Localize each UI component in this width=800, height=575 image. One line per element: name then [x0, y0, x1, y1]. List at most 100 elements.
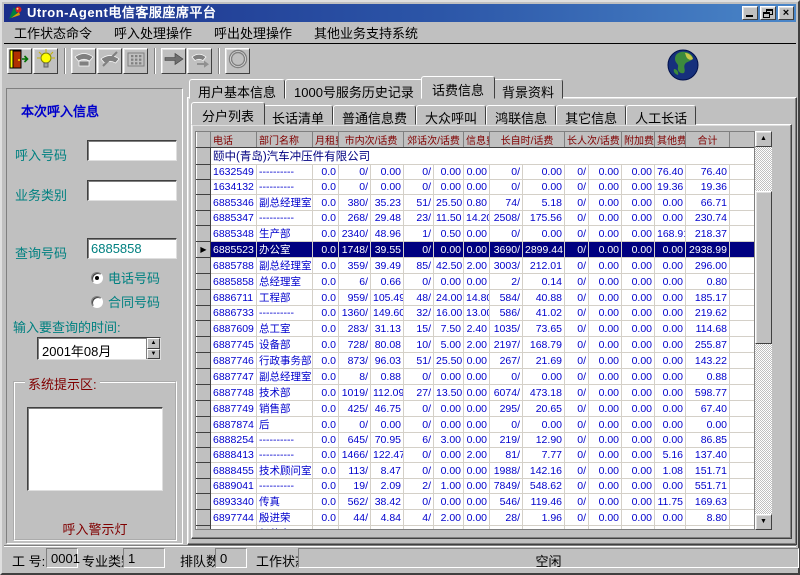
row-header[interactable]	[197, 321, 211, 337]
sub-tab-2[interactable]: 长话清单	[263, 105, 333, 125]
column-header-1[interactable]: 部门名称	[257, 132, 313, 148]
fee-row-6885346[interactable]: 6885346副总经理室0.0380/35.2351/25.500.8074/5…	[197, 195, 756, 211]
row-header[interactable]	[197, 433, 211, 448]
column-header-0[interactable]: 电话	[211, 132, 257, 148]
cell-8: 0/	[490, 369, 523, 385]
cell-3: 359/	[339, 258, 371, 274]
fee-row-6887874[interactable]: 6887874后0.00/0.000/0.000.000/0.000/0.000…	[197, 417, 756, 433]
menu-item-1[interactable]: 工作状态命令	[6, 21, 100, 44]
scrollbar-thumb[interactable]	[755, 191, 772, 344]
fee-row-6885858[interactable]: 6885858总经理室0.06/0.660/0.000.002/0.140/0.…	[197, 274, 756, 290]
row-header[interactable]	[197, 290, 211, 306]
row-header[interactable]	[197, 526, 211, 531]
caller-number-input[interactable]	[87, 140, 177, 161]
sub-tab-1[interactable]: 分户列表	[191, 102, 265, 125]
query-month-spinner[interactable]: 2001年08月 ▲ ▼	[37, 337, 161, 360]
column-header-7[interactable]: 长人次/话费	[565, 132, 622, 148]
fee-row-6887747[interactable]: 6887747副总经理室0.08/0.880/0.000.000/0.000/0…	[197, 369, 756, 385]
fee-row-6887745[interactable]: 6887745设备部0.0728/80.0810/5.002.002197/16…	[197, 337, 756, 353]
row-header[interactable]	[197, 180, 211, 195]
row-header[interactable]	[197, 479, 211, 494]
vertical-scrollbar[interactable]: ▲ ▼	[755, 131, 772, 530]
row-header[interactable]	[197, 463, 211, 479]
cell-4: 149.60	[371, 306, 404, 321]
fee-row-6887748[interactable]: 6887748技术部0.01019/112.0927/13.500.006074…	[197, 385, 756, 401]
fee-row-6888455[interactable]: 6888455技术顾问室0.0113/8.470/0.000.001988/14…	[197, 463, 756, 479]
selected-row-indicator[interactable]: ▶	[197, 242, 211, 258]
service-type-input[interactable]	[87, 180, 177, 201]
row-header[interactable]	[197, 211, 211, 226]
scroll-down-button[interactable]: ▼	[755, 514, 772, 530]
row-header[interactable]	[197, 226, 211, 242]
sub-tab-6[interactable]: 其它信息	[556, 105, 626, 125]
fee-row-6887749[interactable]: 6887749销售部0.0425/46.750/0.000.00295/20.6…	[197, 401, 756, 417]
row-header[interactable]	[197, 417, 211, 433]
sub-tab-5[interactable]: 鸿联信息	[486, 105, 556, 125]
fee-row-6885523[interactable]: ▶6885523办公室0.01748/39.550/0.000.003690/2…	[197, 242, 756, 258]
fee-row-1634132[interactable]: 1634132----------0.00/0.000/0.000.000/0.…	[197, 180, 756, 195]
lightbulb-button[interactable]	[33, 48, 58, 74]
row-header[interactable]	[197, 401, 211, 417]
fee-row-6885347[interactable]: 6885347----------0.0268/29.4823/11.5014.…	[197, 211, 756, 226]
fee-row-6887746[interactable]: 6887746行政事务部0.0873/96.0351/25.500.00267/…	[197, 353, 756, 369]
row-header[interactable]	[197, 274, 211, 290]
column-header-4[interactable]: 郊话次/话费	[404, 132, 464, 148]
row-header[interactable]	[197, 510, 211, 526]
minimize-button[interactable]	[742, 6, 758, 20]
fee-row-6893340[interactable]: 6893340传真0.0562/38.420/0.000.00546/119.4…	[197, 494, 756, 510]
scroll-up-button[interactable]: ▲	[755, 131, 772, 147]
sub-tab-3[interactable]: 普通信息费	[333, 105, 416, 125]
menu-item-3[interactable]: 呼出处理操作	[206, 21, 300, 44]
keypad-button	[123, 48, 148, 74]
column-header-5[interactable]: 信息费	[464, 132, 490, 148]
row-header[interactable]	[197, 258, 211, 274]
menu-item-4[interactable]: 其他业务支持系统	[306, 21, 426, 44]
exit-door-button[interactable]	[7, 48, 32, 74]
row-header[interactable]	[197, 148, 211, 165]
row-header[interactable]	[197, 195, 211, 211]
row-header[interactable]	[197, 385, 211, 401]
row-header[interactable]	[197, 306, 211, 321]
sub-tab-4[interactable]: 大众呼叫	[416, 105, 486, 125]
menu-item-2[interactable]: 呼入处理操作	[106, 21, 200, 44]
main-tab-3[interactable]: 话费信息	[421, 76, 495, 99]
fee-row-6887609[interactable]: 6887609总工室0.0283/31.1315/7.502.401035/73…	[197, 321, 756, 337]
system-prompt-area[interactable]	[27, 407, 163, 491]
column-header-9[interactable]: 其他费	[655, 132, 686, 148]
column-header-2[interactable]: 月租费	[313, 132, 339, 148]
spinner-up-button[interactable]: ▲	[147, 338, 160, 349]
main-tab-2[interactable]: 1000号服务历史记录	[285, 79, 423, 99]
column-header-6[interactable]: 长自时/话费	[490, 132, 565, 148]
main-tab-4[interactable]: 背景资料	[493, 79, 563, 99]
fee-row-6897744[interactable]: 6897744殷进荣0.044/4.844/2.000.0028/1.960/0…	[197, 510, 756, 526]
spinner-down-button[interactable]: ▼	[147, 349, 160, 360]
column-header-10[interactable]: 合计	[686, 132, 730, 148]
restore-button[interactable]	[760, 6, 776, 20]
fee-row-1632549[interactable]: 1632549----------0.00/0.000/0.000.000/0.…	[197, 165, 756, 180]
row-header[interactable]	[197, 337, 211, 353]
phone-number-radio[interactable]: 电话号码	[91, 268, 160, 287]
fee-row-6888413[interactable]: 6888413----------0.01466/122.470/0.002.0…	[197, 448, 756, 463]
contract-number-radio[interactable]: 合同号码	[91, 292, 160, 311]
query-number-input[interactable]	[87, 238, 177, 259]
row-header[interactable]	[197, 353, 211, 369]
fee-row-6897747[interactable]: 6897747赵茂春0.0693/76.2326/13.002.00633/81…	[197, 526, 756, 531]
row-header[interactable]	[197, 448, 211, 463]
fee-row-6888254[interactable]: 6888254----------0.0645/70.956/3.000.002…	[197, 433, 756, 448]
column-header-3[interactable]: 市内次/话费	[339, 132, 404, 148]
fee-row-6889041[interactable]: 6889041----------0.019/2.092/1.000.00784…	[197, 479, 756, 494]
fee-row-6886733[interactable]: 6886733----------0.01360/149.6032/16.001…	[197, 306, 756, 321]
row-header[interactable]	[197, 369, 211, 385]
fee-row-6885348[interactable]: 6885348生产部0.02340/48.961/0.500.000/0.000…	[197, 226, 756, 242]
cell-11: 0.00	[589, 290, 622, 306]
row-header[interactable]	[197, 165, 211, 180]
fee-row-6886711[interactable]: 6886711工程部0.0959/105.4948/24.0014.80584/…	[197, 290, 756, 306]
company-group-row[interactable]: 颐中(青岛)汽车冲压件有限公司	[197, 148, 756, 165]
fee-row-6885788[interactable]: 6885788副总经理室0.0359/39.4985/42.502.003003…	[197, 258, 756, 274]
sub-tab-7[interactable]: 人工长话	[626, 105, 696, 125]
main-tab-1[interactable]: 用户基本信息	[189, 79, 285, 99]
column-header-8[interactable]: 附加费	[622, 132, 655, 148]
row-header[interactable]	[197, 494, 211, 510]
close-button[interactable]: ×	[778, 6, 794, 20]
cell-4: 0.88	[371, 369, 404, 385]
